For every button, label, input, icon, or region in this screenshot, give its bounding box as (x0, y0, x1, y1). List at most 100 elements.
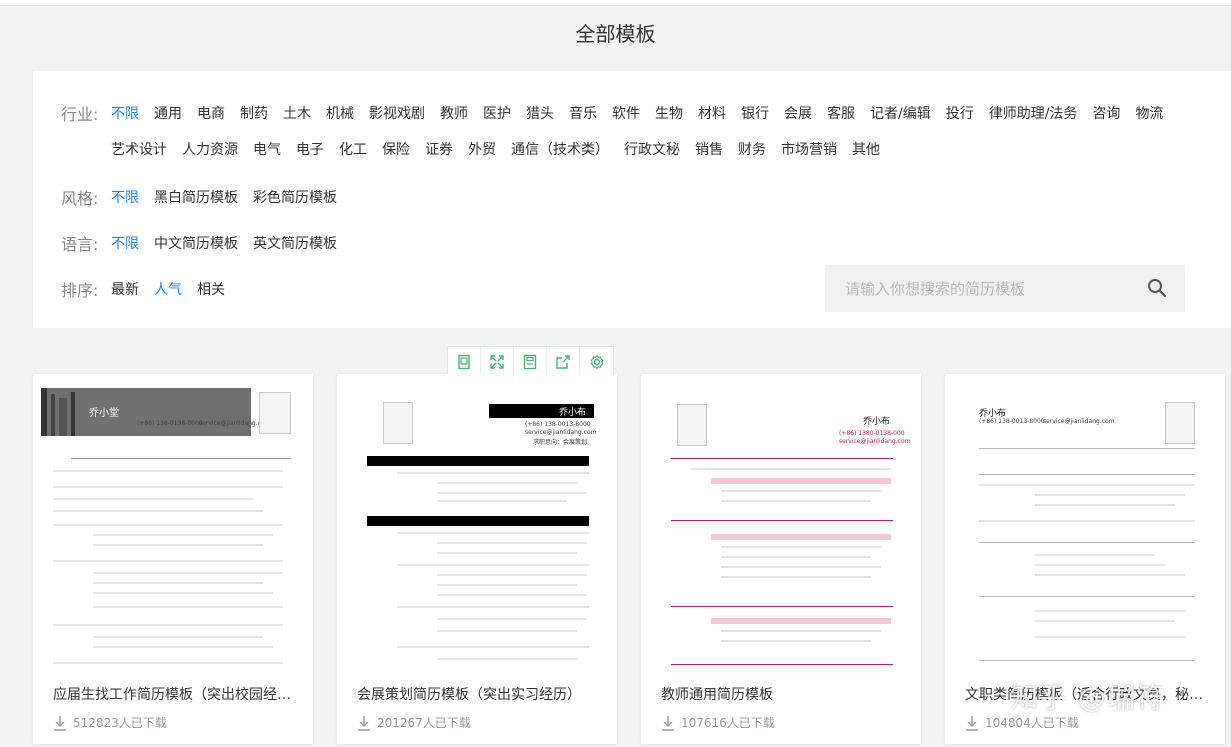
filter-option-industry[interactable]: 软件 (612, 103, 640, 123)
filter-option-industry[interactable]: 教师 (440, 103, 468, 123)
filter-option-industry[interactable]: 行政文秘 (624, 139, 680, 159)
filter-option-style[interactable]: 不限 (111, 187, 139, 207)
resume-contact: (+86) 138-0013-8000 (979, 418, 1045, 425)
filter-option-industry[interactable]: 财务 (738, 139, 766, 159)
resume-email: service@jianlidang.com (525, 429, 597, 436)
filter-option-industry[interactable]: 音乐 (569, 103, 597, 123)
download-count: 104804人已下载 (965, 714, 1079, 731)
resume-thumbnail[interactable]: 乔小布 (+86) 138-0013-8000 service@jianlida… (337, 374, 617, 674)
filter-label-language: 语言: (61, 235, 99, 254)
filter-option-industry[interactable]: 客服 (827, 103, 855, 123)
filter-option-industry[interactable]: 电气 (253, 139, 281, 159)
download-count-text: 201267人已下载 (377, 716, 471, 730)
resume-photo (259, 392, 291, 434)
resume-name: 乔小布 (863, 417, 891, 427)
filter-option-industry[interactable]: 制药 (240, 103, 268, 123)
filter-option-industry[interactable]: 艺术设计 (111, 139, 167, 159)
top-strip (0, 0, 1231, 6)
search-input[interactable] (825, 279, 1125, 298)
resume-contact: (+86) 138-0138-0000 (137, 420, 203, 427)
filter-option-industry[interactable]: 通用 (154, 103, 182, 123)
filter-option-industry[interactable]: 咨询 (1092, 103, 1120, 123)
resume-thumbnail[interactable]: 乔小布 (+86) 138-0013-8000 service@jianlida… (945, 374, 1225, 674)
filter-row-industry-2: 艺术设计 人力资源 电气 电子 化工 保险 证券 外贸 通信（技术类） 行政文秘 销售 财务 市场营销其… (111, 139, 895, 159)
preview-icon[interactable] (448, 347, 481, 377)
filter-option-sort[interactable]: 最新 (111, 279, 139, 299)
resume-name: 乔小布 (559, 408, 587, 418)
filter-option-industry[interactable]: 不限 (111, 103, 139, 123)
filter-option-industry[interactable]: 市场营销 (781, 139, 837, 159)
resume-contact: (+86) 1380-0138-000 (839, 430, 905, 437)
filter-option-industry[interactable]: 记者/编辑 (870, 103, 931, 123)
filter-row-style: 风格: 不限 黑白简历模板 彩色简历模板 (61, 185, 352, 209)
card-title[interactable]: 教师通用简历模板 (661, 684, 906, 704)
download-count-text: 107616人已下载 (681, 716, 775, 730)
resume-email: service@jianlidang.com (1043, 418, 1115, 425)
download-icon (966, 715, 978, 731)
filter-label-industry: 行业: (61, 105, 99, 124)
filter-option-industry[interactable]: 生物 (655, 103, 683, 123)
download-icon (54, 715, 66, 731)
search-box (825, 265, 1185, 312)
filter-option-industry[interactable]: 其他 (852, 139, 880, 159)
filter-option-sort[interactable]: 相关 (197, 279, 225, 299)
filter-option-language[interactable]: 不限 (111, 233, 139, 253)
resume-contact: (+86) 138-0013-8000 (525, 421, 591, 428)
resume-email: service@jianlidang.com (839, 438, 911, 445)
resume-thumbnail[interactable]: 乔小堂 (+86) 138-0138-0000 service@jianlida… (33, 374, 313, 674)
filter-option-industry[interactable]: 通信（技术类） (511, 139, 609, 159)
filter-label-style: 风格: (61, 189, 99, 208)
share-icon[interactable] (547, 347, 580, 377)
card-title[interactable]: 应届生找工作简历模板（突出校园经… (53, 684, 298, 704)
download-icon (662, 715, 674, 731)
filter-option-industry[interactable]: 人力资源 (182, 139, 238, 159)
save-icon[interactable] (514, 347, 547, 377)
filter-option-industry[interactable]: 会展 (784, 103, 812, 123)
filter-option-language[interactable]: 英文简历模板 (253, 233, 337, 253)
filter-option-industry[interactable]: 猎头 (526, 103, 554, 123)
resume-thumbnail[interactable]: 乔小布 (+86) 1380-0138-000 service@jianlida… (641, 374, 921, 674)
filter-option-industry[interactable]: 电商 (197, 103, 225, 123)
page-title: 全部模板 (575, 22, 656, 46)
filter-option-style[interactable]: 黑白简历模板 (154, 187, 238, 207)
filter-option-industry[interactable]: 电子 (296, 139, 324, 159)
template-card[interactable]: 乔小堂 (+86) 138-0138-0000 service@jianlida… (33, 374, 313, 744)
resume-name: 乔小堂 (89, 408, 119, 419)
download-icon (358, 715, 370, 731)
resume-photo (383, 402, 413, 444)
download-count: 512823人已下载 (53, 714, 167, 731)
filter-label-sort: 排序: (61, 281, 99, 300)
filter-option-industry[interactable]: 化工 (339, 139, 367, 159)
filter-row-sort: 排序: 最新 人气 相关 (61, 277, 240, 301)
download-count-text: 512823人已下载 (73, 716, 167, 730)
filter-option-industry[interactable]: 销售 (695, 139, 723, 159)
search-icon[interactable] (1147, 278, 1167, 298)
filter-option-industry[interactable]: 物流 (1135, 103, 1163, 123)
filter-option-industry[interactable]: 投行 (946, 103, 974, 123)
filter-option-industry[interactable]: 医护 (483, 103, 511, 123)
filter-option-language[interactable]: 中文简历模板 (154, 233, 238, 253)
filter-option-industry[interactable]: 证券 (425, 139, 453, 159)
template-card[interactable]: 乔小布 (+86) 138-0013-8000 service@jianlida… (337, 374, 617, 744)
filter-option-industry[interactable]: 银行 (741, 103, 769, 123)
filter-option-industry[interactable]: 土木 (283, 103, 311, 123)
download-count: 201267人已下载 (357, 714, 471, 731)
template-card[interactable]: 乔小布 (+86) 1380-0138-000 service@jianlida… (641, 374, 921, 744)
resume-objective: 求职意向：会展策划 (533, 439, 588, 446)
fullscreen-icon[interactable] (481, 347, 514, 377)
resume-photo (677, 404, 707, 446)
filter-option-industry[interactable]: 律师助理/法务 (989, 103, 1078, 123)
download-count: 107616人已下载 (661, 714, 775, 731)
filter-option-style[interactable]: 彩色简历模板 (253, 187, 337, 207)
settings-icon[interactable] (580, 347, 613, 377)
filter-option-industry[interactable]: 影视戏剧 (369, 103, 425, 123)
filter-option-industry[interactable]: 保险 (382, 139, 410, 159)
filter-option-sort[interactable]: 人气 (154, 279, 182, 299)
filter-option-industry[interactable]: 外贸 (468, 139, 496, 159)
card-title[interactable]: 会展策划简历模板（突出实习经历） (357, 684, 602, 704)
filter-panel: 行业: 不限 通用 电商 制药 土木 机械 影视戏剧 教师 医护 猎头 音乐 软件 生物 材料 银行 会展 客服… (33, 71, 1231, 328)
filter-option-industry[interactable]: 材料 (698, 103, 726, 123)
watermark: 知乎 @瑞符 (1010, 681, 1165, 714)
filter-option-industry[interactable]: 机械 (326, 103, 354, 123)
resume-photo (1165, 402, 1195, 444)
